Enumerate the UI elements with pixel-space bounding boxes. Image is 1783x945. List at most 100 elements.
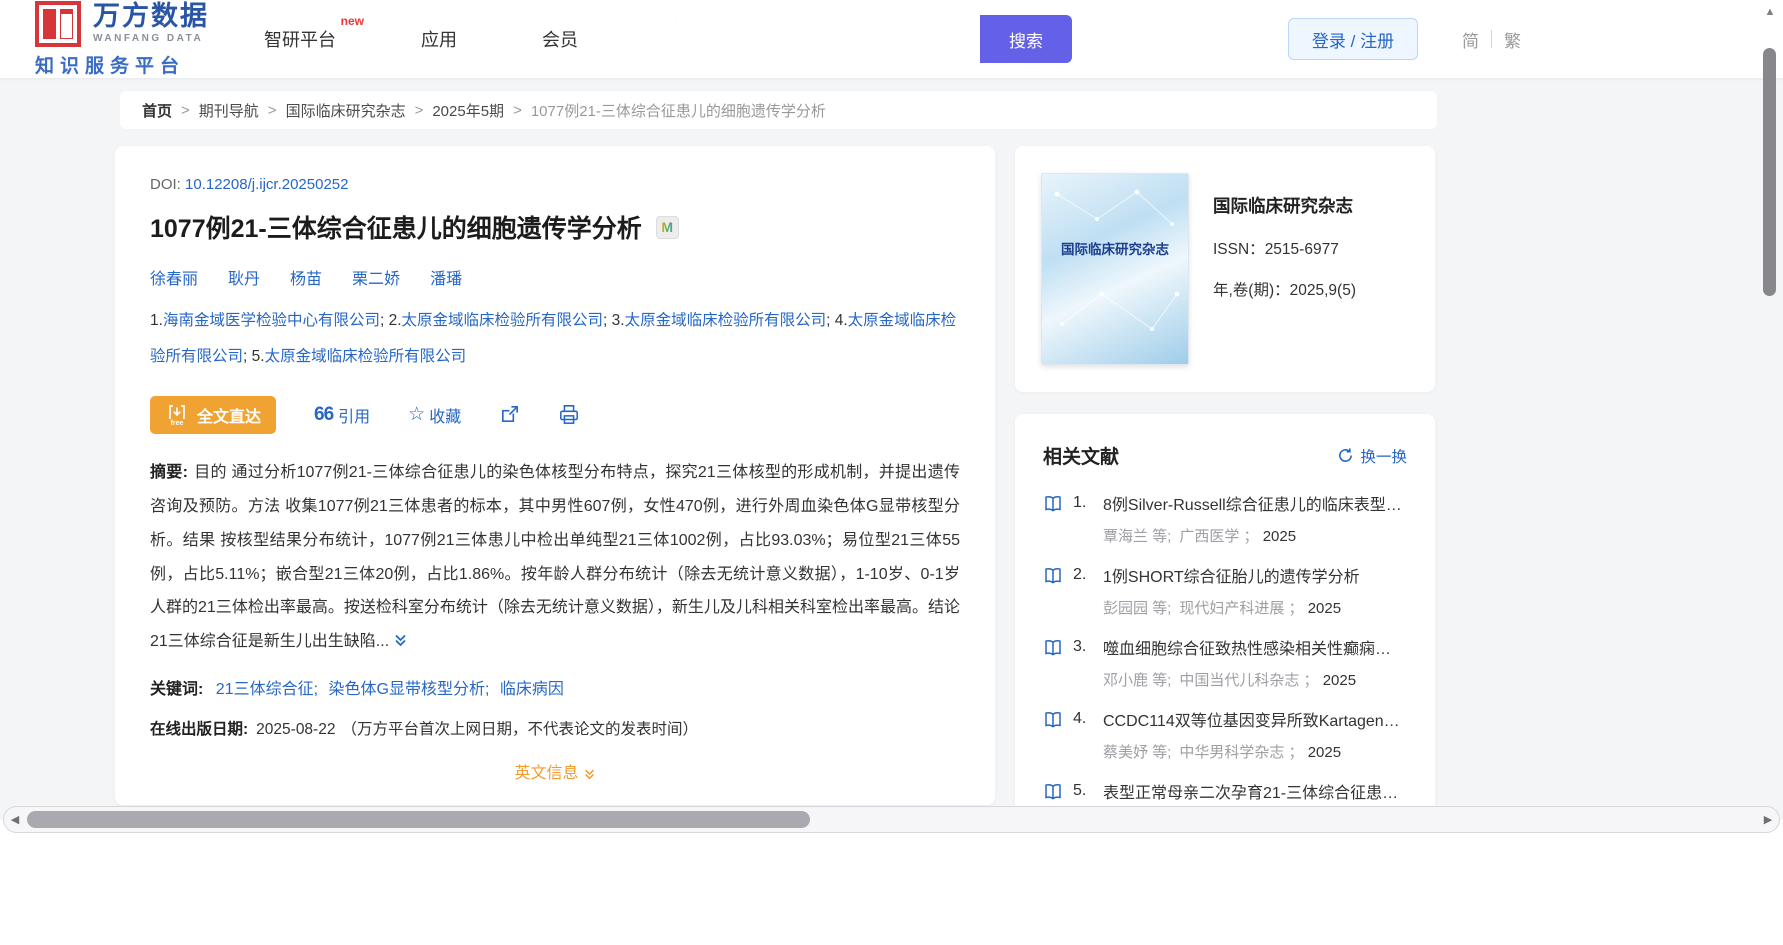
related-article-link[interactable]: CCDC114双等位基因变异所致Kartagener... xyxy=(1103,707,1407,731)
affiliation-link[interactable]: 太原金域临床检验所有限公司 xyxy=(265,348,467,365)
share-icon xyxy=(502,406,519,423)
book-icon xyxy=(1045,639,1061,656)
search-button[interactable]: 搜索 xyxy=(980,15,1072,63)
scroll-up-arrow-icon[interactable]: ▲ xyxy=(1762,6,1778,18)
nav-membership[interactable]: 会员 xyxy=(542,26,578,52)
star-icon: ☆ xyxy=(408,404,426,426)
journal-card: 国际临床研究杂志 国际临床研究杂志 ISSN：2515-6977 年,卷(期)：… xyxy=(1015,146,1435,392)
related-article-link[interactable]: 1例SHORT综合征胎儿的遗传学分析 xyxy=(1103,563,1407,587)
keyword-link[interactable]: 21三体综合征 xyxy=(216,681,314,698)
keyword-link[interactable]: 临床病因 xyxy=(500,681,564,698)
related-article-link[interactable]: 噬血细胞综合征致热性感染相关性癫痫综合... xyxy=(1103,635,1407,659)
vertical-scroll-thumb[interactable] xyxy=(1763,48,1776,296)
journal-issn: ISSN：2515-6977 xyxy=(1213,241,1339,258)
article-toolbar: free 全文直达 66 引用 ☆ 收藏 xyxy=(150,395,960,434)
affiliation-link[interactable]: 太原金域临床检验所有限公司 xyxy=(625,312,827,329)
related-item: 1. 8例Silver-Russell综合征患儿的临床表型与... 覃海兰 等;… xyxy=(1043,491,1407,546)
journal-cover-title: 国际临床研究杂志 xyxy=(1061,242,1169,257)
keywords-label: 关键词: xyxy=(150,681,204,699)
author-link[interactable]: 徐春丽 xyxy=(150,265,198,289)
right-sidebar: 国际临床研究杂志 国际临床研究杂志 ISSN：2515-6977 年,卷(期)：… xyxy=(1015,146,1435,820)
scroll-left-arrow-icon[interactable]: ◀ xyxy=(4,813,26,826)
affiliation-list: 1.海南金域医学检验中心有限公司; 2.太原金域临床检验所有限公司; 3.太原金… xyxy=(150,312,957,366)
search-bar: 搜索 xyxy=(675,15,1072,63)
page-background: 首页 > 期刊导航 > 国际临床研究杂志 > 2025年5期 > 1077例21… xyxy=(0,78,1783,820)
author-list: 徐春丽 耿丹 杨苗 栗二娇 潘璠 xyxy=(150,265,960,289)
related-item: 3. 噬血细胞综合征致热性感染相关性癫痫综合... 邓小鹿 等; 中国当代儿科杂志… xyxy=(1043,635,1407,690)
main-nav: 智研平台 new 应用 会员 xyxy=(264,14,663,52)
quote-icon: 66 xyxy=(314,403,334,425)
refresh-icon xyxy=(1339,448,1353,462)
printer-icon xyxy=(560,405,579,425)
new-badge: new xyxy=(340,14,364,28)
horizontal-scroll-thumb[interactable] xyxy=(27,811,810,828)
affiliation-link[interactable]: 太原金域临床检验所有限公司 xyxy=(402,312,604,329)
author-link[interactable]: 耿丹 xyxy=(228,265,260,289)
vertical-scrollbar[interactable]: ▲ xyxy=(1762,6,1778,806)
author-link[interactable]: 栗二娇 xyxy=(352,265,400,289)
article-title: 1077例21-三体综合征患儿的细胞遗传学分析 M xyxy=(150,209,960,245)
related-article-link[interactable]: 8例Silver-Russell综合征患儿的临床表型与... xyxy=(1103,491,1407,515)
fulltext-button[interactable]: free 全文直达 xyxy=(150,395,277,434)
publish-date: 2025-08-22 xyxy=(256,721,336,739)
search-input[interactable] xyxy=(675,15,980,63)
journal-name[interactable]: 国际临床研究杂志 xyxy=(1213,193,1356,218)
lang-traditional[interactable]: 繁 xyxy=(1492,27,1533,52)
abstract: 摘要: 目的 通过分析1077例21-三体综合征患儿的染色体核型分布特点，探究21… xyxy=(150,456,960,661)
author-link[interactable]: 潘璠 xyxy=(430,265,462,289)
related-literature-card: 相关文献 换一换 1. 8例Silver-Russell综合征患儿的临床表型与.… xyxy=(1015,414,1435,820)
expand-abstract-icon[interactable] xyxy=(393,627,408,661)
brand-tagline: 知识服务平台 xyxy=(35,55,186,77)
chevron-down-icon xyxy=(584,769,594,780)
breadcrumb-home[interactable]: 首页 xyxy=(142,100,172,121)
scroll-right-arrow-icon[interactable]: ▶ xyxy=(1757,813,1779,826)
nav-apps[interactable]: 应用 xyxy=(421,26,457,52)
top-header: 万方数据 WANFANG DATA 知识服务平台 智研平台 new 应用 会员 … xyxy=(0,0,1783,78)
refresh-related-button[interactable]: 换一换 xyxy=(1337,445,1407,467)
related-article-meta: 覃海兰 等; 广西医学 ； 2025 xyxy=(1103,528,1297,545)
related-article-meta: 蔡美妤 等; 中华男科学杂志 ； 2025 xyxy=(1103,744,1342,761)
related-article-meta: 彭园园 等; 现代妇产科进展 ； 2025 xyxy=(1103,600,1342,617)
author-link[interactable]: 杨苗 xyxy=(290,265,322,289)
brand-name-cn: 万方数据 xyxy=(93,1,209,31)
wanfang-logo[interactable]: 万方数据 WANFANG DATA 知识服务平台 xyxy=(35,0,209,78)
login-register-button[interactable]: 登录 / 注册 xyxy=(1288,18,1418,60)
share-button[interactable] xyxy=(499,404,520,425)
book-icon xyxy=(1045,783,1061,800)
affiliation-link[interactable]: 海南金域医学检验中心有限公司 xyxy=(163,312,380,329)
related-title: 相关文献 xyxy=(1043,447,1120,468)
breadcrumb-current-article: 1077例21-三体综合征患儿的细胞遗传学分析 xyxy=(530,102,826,120)
doi-link[interactable]: 10.12208/j.ijcr.20250252 xyxy=(185,176,348,193)
book-icon xyxy=(1045,567,1061,584)
horizontal-scrollbar[interactable]: ◀ ▶ xyxy=(3,806,1780,833)
download-free-icon: free xyxy=(169,404,185,427)
publish-date-line: 在线出版日期: 2025-08-22 （万方平台首次上网日期，不代表论文的发表时间） xyxy=(150,717,960,739)
favorite-button[interactable]: ☆ 收藏 xyxy=(408,403,461,427)
abstract-label: 摘要: xyxy=(150,463,188,481)
brand-name-en: WANFANG DATA xyxy=(93,33,204,44)
book-icon xyxy=(1045,711,1061,728)
breadcrumb-issue[interactable]: 2025年5期 xyxy=(432,100,504,121)
journal-volume: 年,卷(期)：2025,9(5) xyxy=(1213,282,1356,299)
publish-date-label: 在线出版日期: xyxy=(150,721,249,739)
breadcrumb-journal[interactable]: 国际临床研究杂志 xyxy=(286,100,406,121)
related-item: 2. 1例SHORT综合征胎儿的遗传学分析 彭园园 等; 现代妇产科进展 ； 20… xyxy=(1043,563,1407,618)
related-item: 4. CCDC114双等位基因变异所致Kartagener... 蔡美妤 等; 中… xyxy=(1043,707,1407,762)
svg-text:free: free xyxy=(171,420,184,427)
english-info-toggle[interactable]: 英文信息 xyxy=(150,759,960,783)
related-article-link[interactable]: 表型正常母亲二次孕育21-三体综合征患儿... xyxy=(1103,779,1407,803)
article-card: DOI: 10.12208/j.ijcr.20250252 1077例21-三体… xyxy=(115,146,995,806)
keyword-link[interactable]: 染色体G显带核型分析 xyxy=(329,681,485,698)
journal-cover[interactable]: 国际临床研究杂志 xyxy=(1041,173,1189,365)
language-switch: 简 繁 xyxy=(1450,27,1533,52)
nav-zhiyan-platform[interactable]: 智研平台 new xyxy=(264,14,364,52)
book-icon xyxy=(1045,495,1061,512)
cite-button[interactable]: 66 引用 xyxy=(314,403,370,427)
keywords-line: 关键词: 21三体综合征; 染色体G显带核型分析; 临床病因 xyxy=(150,681,564,699)
lang-simplified[interactable]: 简 xyxy=(1450,27,1491,52)
doi-line: DOI: 10.12208/j.ijcr.20250252 xyxy=(150,176,349,193)
publish-date-note: （万方平台首次上网日期，不代表论文的发表时间） xyxy=(341,721,698,739)
medical-badge: M xyxy=(655,215,679,239)
print-button[interactable] xyxy=(558,404,580,425)
breadcrumb-journal-nav[interactable]: 期刊导航 xyxy=(199,100,259,121)
